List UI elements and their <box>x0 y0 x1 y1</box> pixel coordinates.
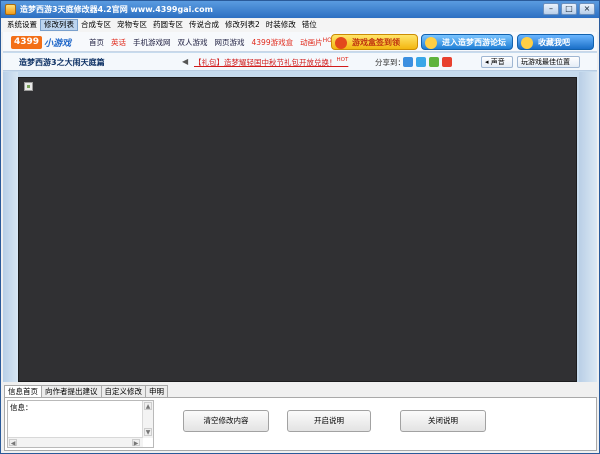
menu-item-herb-garden[interactable]: 药圆专区 <box>150 19 186 31</box>
gift-pack-link[interactable]: 【礼包】造梦耀轻国中秋节礼包开放兑换！HOT <box>194 57 348 68</box>
menu-item-system-settings[interactable]: 系统设置 <box>4 19 40 31</box>
bookmark-promo-button[interactable]: 收藏我吧 <box>517 34 594 50</box>
flash-plugin-icon <box>24 82 33 91</box>
site-logo[interactable]: 4399 小游戏 <box>11 35 71 49</box>
main-window: 造梦西游3天庭修改器4.2官网 www.4399gai.com – □ × 系统… <box>0 0 600 454</box>
menu-item-pets[interactable]: 宠物专区 <box>114 19 150 31</box>
best-position-button[interactable]: 玩游戏最佳位置 <box>517 56 580 68</box>
clover-share-icon[interactable] <box>429 57 439 67</box>
window-title: 造梦西游3天庭修改器4.2官网 www.4399gai.com <box>20 5 213 14</box>
sign-in-promo-button[interactable]: 游戏盒签到领 <box>331 34 418 50</box>
title-bar[interactable]: 造梦西游3天庭修改器4.2官网 www.4399gai.com – □ × <box>1 1 599 18</box>
nav-link-game-box[interactable]: 4399游戏盒 <box>252 37 294 48</box>
qzone-share-icon[interactable] <box>403 57 413 67</box>
forum-promo-button[interactable]: 进入造梦西游论坛 <box>421 34 513 50</box>
app-icon <box>5 4 16 15</box>
close-instructions-button[interactable]: 关闭说明 <box>400 410 486 432</box>
info-textarea[interactable]: 信息： ▲ ▼ ◀ ▶ <box>7 400 154 448</box>
scroll-down-icon[interactable]: ▼ <box>144 428 152 436</box>
tencent-weibo-share-icon[interactable] <box>416 57 426 67</box>
embedded-web-view[interactable]: 4399 小游戏 首页 英话 手机游戏网 双人游戏 网页游戏 4399游戏盒 动… <box>3 32 597 382</box>
tab-panel-info: 信息： ▲ ▼ ◀ ▶ 清空修改内容 开启说明 关闭说明 <box>4 397 597 451</box>
face-icon <box>425 37 437 49</box>
nav-link-mobile-games[interactable]: 手机游戏网 <box>133 37 171 48</box>
game-canvas[interactable] <box>18 77 577 382</box>
minimize-button[interactable]: – <box>543 3 559 15</box>
page-background-left <box>3 72 18 382</box>
speaker-icon: ◀ <box>182 57 189 66</box>
vertical-scrollbar[interactable]: ▲ ▼ <box>142 401 153 438</box>
share-label: 分享到： <box>375 58 405 67</box>
sina-weibo-share-icon[interactable] <box>442 57 452 67</box>
info-label: 信息： <box>10 403 33 412</box>
maximize-button[interactable]: □ <box>561 3 577 15</box>
menu-item-legend-synthesis[interactable]: 传说合成 <box>186 19 222 31</box>
window-controls: – □ × <box>543 3 595 15</box>
open-instructions-button[interactable]: 开启说明 <box>287 410 371 432</box>
sound-icon: ◂ <box>485 58 489 66</box>
close-button[interactable]: × <box>579 3 595 15</box>
hot-badge: HOT <box>336 57 349 63</box>
game-info-bar: 造梦西游3之大闹天庭篇 ◀ 【礼包】造梦耀轻国中秋节礼包开放兑换！HOT 分享到… <box>3 53 597 71</box>
sound-button[interactable]: ◂ 声音 <box>481 56 513 68</box>
scroll-up-icon[interactable]: ▲ <box>144 402 152 410</box>
nav-link-home[interactable]: 首页 <box>89 37 104 48</box>
menu-item-fashion[interactable]: 时装修改 <box>263 19 299 31</box>
menu-item-synthesis[interactable]: 合成专区 <box>78 19 114 31</box>
share-icons <box>403 57 452 67</box>
page-background-right <box>579 72 597 382</box>
gift-icon <box>335 37 347 49</box>
scroll-right-icon[interactable]: ▶ <box>132 439 140 447</box>
site-nav: 首页 英话 手机游戏网 双人游戏 网页游戏 4399游戏盒 动画片HOT <box>89 37 336 48</box>
scroll-left-icon[interactable]: ◀ <box>9 439 17 447</box>
menu-bar: 系统设置 修改列表 合成专区 宠物专区 药圆专区 传说合成 修改列表2 时装修改… <box>1 19 599 32</box>
menu-item-misplace[interactable]: 错位 <box>299 19 320 31</box>
site-header: 4399 小游戏 首页 英话 手机游戏网 双人游戏 网页游戏 4399游戏盒 动… <box>3 32 597 52</box>
horizontal-scrollbar[interactable]: ◀ ▶ <box>8 437 143 447</box>
game-title: 造梦西游3之大闹天庭篇 <box>19 58 105 67</box>
menu-item-modify-list[interactable]: 修改列表 <box>40 19 78 31</box>
clear-changes-button[interactable]: 清空修改内容 <box>183 410 269 432</box>
nav-link-yinghua[interactable]: 英话 <box>111 37 126 48</box>
nav-link-two-player[interactable]: 双人游戏 <box>178 37 208 48</box>
face-icon <box>521 37 533 49</box>
menu-item-modify-list-2[interactable]: 修改列表2 <box>222 19 263 31</box>
nav-link-web-games[interactable]: 网页游戏 <box>215 37 245 48</box>
